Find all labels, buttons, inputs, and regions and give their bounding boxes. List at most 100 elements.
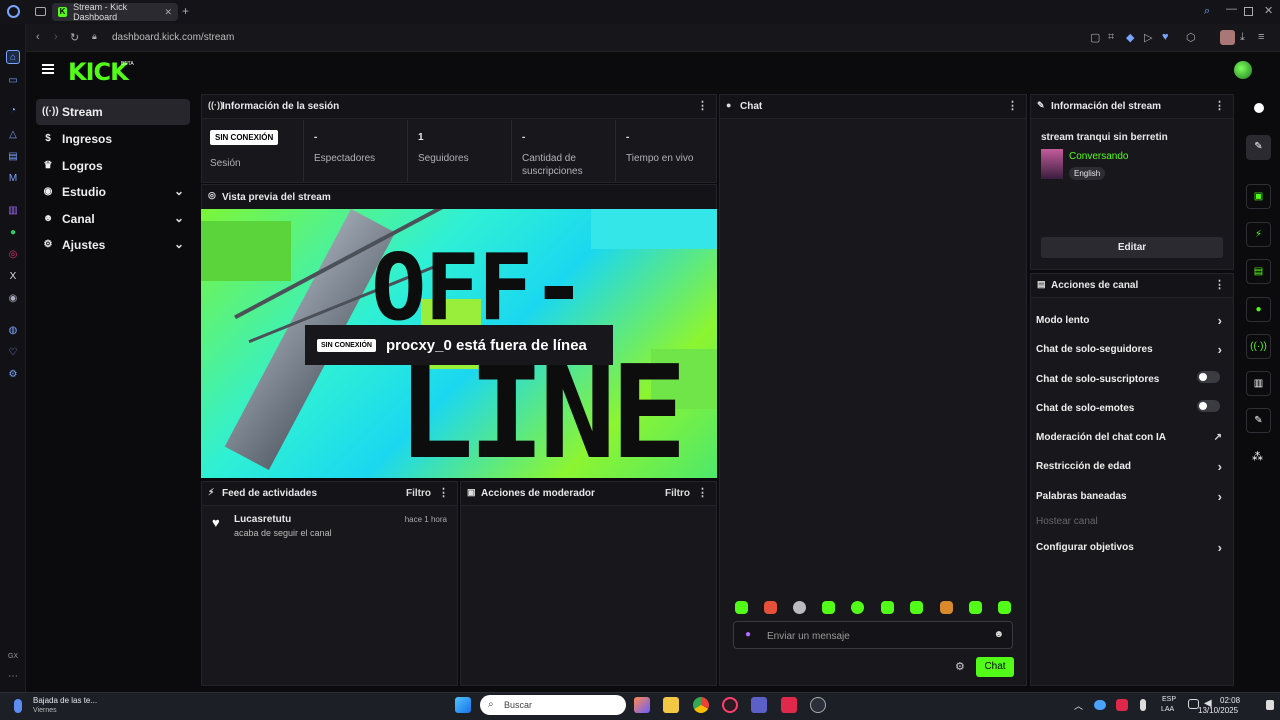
lang-code[interactable]: ESP — [1162, 696, 1176, 703]
action-slow-mode[interactable]: Modo lento › — [1036, 313, 1232, 328]
kick-logo[interactable]: KICK — [68, 58, 129, 86]
more-options-icon[interactable]: ⋮ — [697, 99, 708, 112]
emote[interactable] — [851, 601, 864, 614]
volume-icon[interactable]: ◀︎ — [1204, 699, 1214, 709]
edit-stream-button[interactable]: Editar — [1041, 237, 1223, 258]
tray-app-icon[interactable] — [1116, 699, 1128, 711]
messenger-icon[interactable]: M — [6, 172, 20, 186]
instagram-icon[interactable]: ◎ — [6, 248, 20, 262]
close-window-icon[interactable]: ✕ — [1264, 4, 1273, 17]
whatsapp-icon[interactable]: ● — [6, 226, 20, 240]
emote[interactable] — [910, 601, 923, 614]
nav-item-logros[interactable]: ♛ Logros — [36, 153, 190, 179]
nav-item-ajustes[interactable]: ⚙ Ajustes ⌄ — [36, 232, 190, 258]
gaming-icon[interactable]: ▭ — [6, 74, 20, 88]
chat-settings-icon[interactable]: ⚙ — [955, 660, 965, 673]
settings-icon[interactable]: ⚙ — [6, 368, 20, 382]
teams-icon[interactable] — [751, 697, 767, 713]
more-options-icon[interactable]: ⋮ — [1214, 278, 1225, 291]
mod-filter-button[interactable]: Filtro — [665, 488, 690, 499]
action-followers-only[interactable]: Chat de solo-seguidores › — [1036, 342, 1232, 357]
wrench-icon[interactable]: ✎ — [1246, 408, 1271, 433]
x-icon[interactable]: X — [6, 270, 20, 284]
opera-gx-icon[interactable] — [722, 697, 738, 713]
taskbar-search[interactable]: ⌕ Buscar — [480, 695, 626, 715]
home-icon[interactable]: ⌂ — [6, 50, 20, 64]
nav-item-stream[interactable]: ((·)) Stream — [36, 99, 190, 125]
nav-item-ingresos[interactable]: $ Ingresos — [36, 126, 190, 152]
chevron-up-icon[interactable]: ︿ — [1074, 699, 1083, 712]
snapshot-icon[interactable]: ⌗ — [1108, 31, 1114, 44]
weather-icon[interactable] — [14, 699, 22, 713]
subscribers-only-toggle[interactable] — [1197, 371, 1220, 383]
document-icon[interactable]: ▤ — [1246, 259, 1271, 284]
favorites-icon[interactable]: ♡ — [6, 346, 20, 360]
spotify-icon[interactable]: ◍ — [6, 324, 20, 338]
user-avatar[interactable] — [1234, 61, 1252, 79]
nodes-icon[interactable]: ⁂ — [1252, 450, 1263, 463]
windows-start-icon[interactable] — [455, 697, 471, 713]
layout-icon[interactable]: ▥ — [1246, 371, 1271, 396]
microphone-icon[interactable]: ● — [745, 629, 751, 640]
emotes-only-toggle[interactable] — [1197, 400, 1220, 412]
info-icon[interactable] — [1254, 103, 1264, 113]
nav-item-estudio[interactable]: ◉ Estudio ⌄ — [36, 179, 190, 205]
back-icon[interactable]: ‹ — [36, 31, 40, 43]
vpn-icon[interactable]: ◆ — [1126, 31, 1134, 44]
broadcast-icon[interactable]: ((·)) — [1246, 334, 1271, 359]
twitch-icon[interactable]: ▥ — [6, 204, 20, 218]
more-icon[interactable]: ⋯ — [6, 670, 20, 684]
more-options-icon[interactable]: ⋮ — [438, 486, 449, 499]
search-icon[interactable]: ⌕ — [1204, 5, 1210, 18]
extensions-icon[interactable]: ⬡ — [1186, 31, 1196, 44]
minimize-icon[interactable]: — — [1226, 3, 1237, 15]
emote[interactable] — [998, 601, 1011, 614]
category-thumbnail[interactable] — [1041, 149, 1063, 179]
player-icon[interactable]: ▷ — [1144, 31, 1152, 44]
microphone-tray-icon[interactable] — [1140, 699, 1146, 711]
opera-logo-icon[interactable] — [7, 5, 20, 18]
heart-icon[interactable]: ♥ — [1162, 31, 1169, 43]
clock-time[interactable]: 02:08 — [1220, 696, 1240, 705]
history-icon[interactable]: ◔ — [6, 104, 20, 118]
copilot-icon[interactable] — [634, 697, 650, 713]
notification-icon[interactable] — [1266, 700, 1274, 710]
chat-message-input[interactable]: ● Enviar un mensaje ☻ — [733, 621, 1013, 649]
action-age-restriction[interactable]: Restricción de edad › — [1036, 459, 1232, 474]
chrome-icon[interactable] — [693, 697, 709, 713]
discord-icon[interactable]: ◉ — [6, 292, 20, 306]
app-icon[interactable] — [781, 697, 797, 713]
more-options-icon[interactable]: ⋮ — [697, 486, 708, 499]
url-field[interactable]: dashboard.kick.com/stream — [112, 32, 234, 43]
network-icon[interactable] — [1188, 699, 1199, 709]
close-tab-icon[interactable]: ✕ — [164, 7, 172, 18]
news-title[interactable]: Bajada de las te... — [33, 696, 97, 705]
more-options-icon[interactable]: ⋮ — [1214, 99, 1225, 112]
action-banned-words[interactable]: Palabras baneadas › — [1036, 489, 1232, 504]
menu-icon[interactable]: ≡ — [1258, 31, 1264, 43]
file-explorer-icon[interactable] — [663, 697, 679, 713]
bookmark-icon[interactable]: ▢ — [1090, 31, 1100, 44]
download-icon[interactable]: ⤓ — [1240, 31, 1245, 44]
emote[interactable] — [735, 601, 748, 614]
hamburger-menu-icon[interactable] — [42, 64, 54, 74]
edit-icon[interactable]: ✎ — [1246, 135, 1271, 160]
aria-icon[interactable]: △ — [6, 128, 20, 142]
emote[interactable] — [764, 601, 777, 614]
emote[interactable] — [969, 601, 982, 614]
action-ai-moderation[interactable]: Moderación del chat con IA ↗ — [1036, 432, 1232, 443]
chat-send-button[interactable]: Chat — [976, 657, 1014, 677]
qr-icon[interactable]: ▣ — [1246, 184, 1271, 209]
action-set-goals[interactable]: Configurar objetivos › — [1036, 540, 1232, 555]
stream-category[interactable]: Conversando — [1069, 151, 1128, 162]
emote[interactable] — [881, 601, 894, 614]
profile-icon[interactable] — [1220, 30, 1235, 45]
news-icon[interactable]: ▤ — [6, 150, 20, 164]
emote[interactable] — [822, 601, 835, 614]
maximize-icon[interactable] — [1244, 7, 1253, 16]
activity-filter-button[interactable]: Filtro — [406, 488, 431, 499]
bolt-icon[interactable]: ⚡︎ — [1246, 222, 1271, 247]
forward-icon[interactable]: › — [54, 31, 58, 43]
browser-tab[interactable]: K Stream - Kick Dashboard ✕ — [52, 2, 178, 22]
onedrive-icon[interactable] — [1094, 700, 1106, 710]
